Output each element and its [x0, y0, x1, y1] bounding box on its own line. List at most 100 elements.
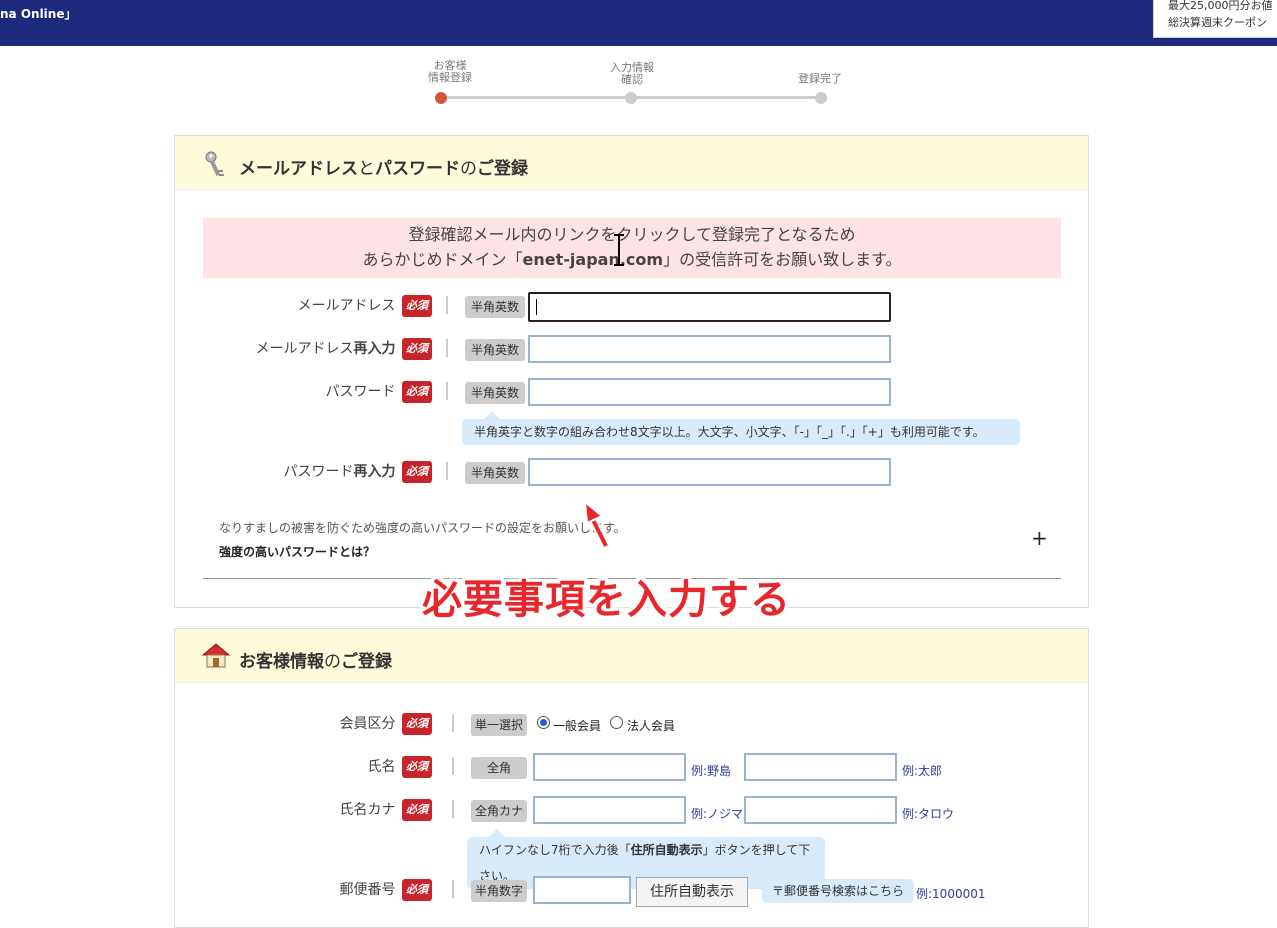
first-name-kana-input[interactable] [744, 796, 897, 824]
tip-text: ハイフンなし7桁で入力後「 [479, 843, 631, 857]
ibeam-cursor-icon [614, 234, 624, 266]
annotation-arrow-icon [583, 499, 610, 548]
divider [452, 714, 454, 732]
divider [446, 462, 448, 480]
annotation-overlay-text: 必要事項を入力する [422, 577, 791, 623]
password-input[interactable] [528, 378, 891, 406]
zip-example: 例:1000001 [916, 887, 986, 901]
domain-notice: 登録確認メール内のリンクをクリックして登録完了となるため あらかじめドメイン「e… [203, 218, 1061, 278]
zip-input[interactable] [533, 876, 631, 904]
address-autofill-button[interactable]: 住所自動表示 [636, 877, 748, 907]
step-label: 登録完了 [798, 72, 842, 85]
radio-corporate-label[interactable]: 法人会員 [627, 717, 675, 734]
email-confirm-label: メールアドレス再入力 必須 [256, 338, 432, 360]
last-name-input[interactable] [533, 753, 686, 781]
title-part: お客様情報 [239, 652, 324, 672]
divider [446, 339, 448, 357]
radio-general-label[interactable]: 一般会員 [553, 717, 601, 734]
section-title: メールアドレスとパスワードのご登録 [239, 154, 528, 179]
required-badge: 必須 [402, 799, 432, 821]
zip-search-link[interactable]: 〒郵便番号検索はこちら [762, 879, 915, 903]
top-header: na Online」 [0, 0, 1277, 46]
strong-password-note: なりすましの被害を防ぐため強度の高いパスワードの設定をお願いします。 [219, 521, 626, 535]
divider [452, 757, 454, 775]
radio-corporate-member[interactable] [610, 716, 623, 729]
full-width-tag: 全角 [471, 757, 527, 779]
step-label: 情報登録 [428, 71, 472, 84]
key-icon [203, 150, 227, 184]
first-name-kana-example: 例:タロウ [902, 807, 955, 821]
customer-info-section: お客様情報のご登録 会員区分 必須 単一選択 一般会員 法人会員 氏名 必須 全… [174, 628, 1089, 928]
title-part: と [358, 159, 375, 179]
step-label: 確認 [621, 73, 643, 86]
notice-line-1: 登録確認メール内のリンクをクリックして登録完了となるため [408, 225, 856, 244]
step-confirm: 入力情報 確認 [602, 62, 662, 104]
kana-label: 氏名カナ 必須 [340, 799, 432, 821]
password-confirm-label: パスワード再入力 必須 [284, 461, 432, 483]
section-title: お客様情報のご登録 [239, 647, 392, 672]
password-tip: 半角英字と数字の組み合わせ8文字以上。大文字、小文字、「-」「_」「.」「+」も… [462, 411, 1020, 445]
label-text: パスワード [283, 464, 354, 480]
first-name-input[interactable] [744, 753, 897, 781]
title-part: メールアドレス [239, 159, 358, 179]
expand-toggle[interactable]: + [1031, 526, 1048, 550]
step-dot [815, 92, 827, 104]
notice-text: あらかじめドメイン「 [362, 250, 523, 269]
label-text: 氏名 [367, 759, 396, 775]
progress-steps: お客様 情報登録 入力情報 確認 登録完了 [420, 58, 860, 108]
step-complete: 登録完了 [790, 72, 850, 104]
katakana-tag: 全角カナ [471, 800, 527, 822]
tip-text-bold: 住所自動表示 [630, 843, 703, 857]
promo-banner[interactable]: 最大25,000円分お値 総決算週末クーポン [1153, 0, 1277, 38]
title-part: ご登録 [477, 159, 528, 179]
label-text: パスワード [325, 384, 396, 400]
last-name-kana-example: 例:ノジマ [691, 807, 744, 821]
label-text: 氏名カナ [339, 802, 396, 818]
radio-general-member[interactable] [537, 716, 550, 729]
label-text: メールアドレス [297, 298, 396, 314]
promo-line-1: 最大25,000円分お値 [1168, 0, 1273, 12]
required-badge: 必須 [402, 295, 432, 317]
half-width-number-tag: 半角数字 [471, 880, 527, 902]
section-header: お客様情報のご登録 [175, 629, 1088, 683]
title-part: ご登録 [341, 652, 392, 672]
half-width-tag: 半角英数 [465, 462, 525, 484]
title-part: の [460, 159, 477, 179]
divider [446, 296, 448, 314]
half-width-tag: 半角英数 [465, 339, 525, 361]
required-badge: 必須 [402, 879, 432, 901]
last-name-example: 例:野島 [691, 764, 732, 778]
last-name-kana-input[interactable] [533, 796, 686, 824]
label-text: メールアドレス [255, 341, 354, 357]
divider [452, 800, 454, 818]
email-confirm-input[interactable] [528, 335, 891, 363]
required-badge: 必須 [402, 756, 432, 778]
notice-line-2: あらかじめドメイン「enet-japan.com」の受信許可をお願い致します。 [203, 247, 1061, 272]
step-customer-info: お客様 情報登録 [420, 60, 480, 104]
required-badge: 必須 [402, 381, 432, 403]
required-badge: 必須 [402, 461, 432, 483]
strong-password-link[interactable]: 強度の高いパスワードとは？ [219, 543, 375, 560]
half-width-tag: 半角英数 [465, 382, 525, 404]
email-label: メールアドレス 必須 [298, 295, 432, 317]
email-password-section: メールアドレスとパスワードのご登録 登録確認メール内のリンクをクリックして登録完… [174, 135, 1089, 608]
title-part: パスワード [375, 159, 460, 179]
house-icon [201, 641, 231, 675]
title-part: の [324, 652, 341, 672]
section-header: メールアドレスとパスワードのご登録 [175, 136, 1088, 190]
label-text-bold: 再入力 [353, 341, 396, 357]
email-input[interactable] [528, 292, 891, 322]
single-select-tag: 単一選択 [471, 714, 527, 736]
password-confirm-input[interactable] [528, 458, 891, 486]
promo-line-2: 総決算週末クーポン [1168, 16, 1267, 29]
step-dot [625, 92, 637, 104]
zip-label: 郵便番号 必須 [340, 879, 432, 901]
name-label: 氏名 必須 [368, 756, 432, 778]
step-dot-active [435, 92, 447, 104]
site-title[interactable]: na Online」 [0, 5, 76, 22]
label-text-bold: 再入力 [353, 464, 396, 480]
notice-domain: enet-japan.com [522, 250, 664, 269]
divider [446, 382, 448, 400]
first-name-example: 例:太郎 [902, 764, 943, 778]
required-badge: 必須 [402, 338, 432, 360]
